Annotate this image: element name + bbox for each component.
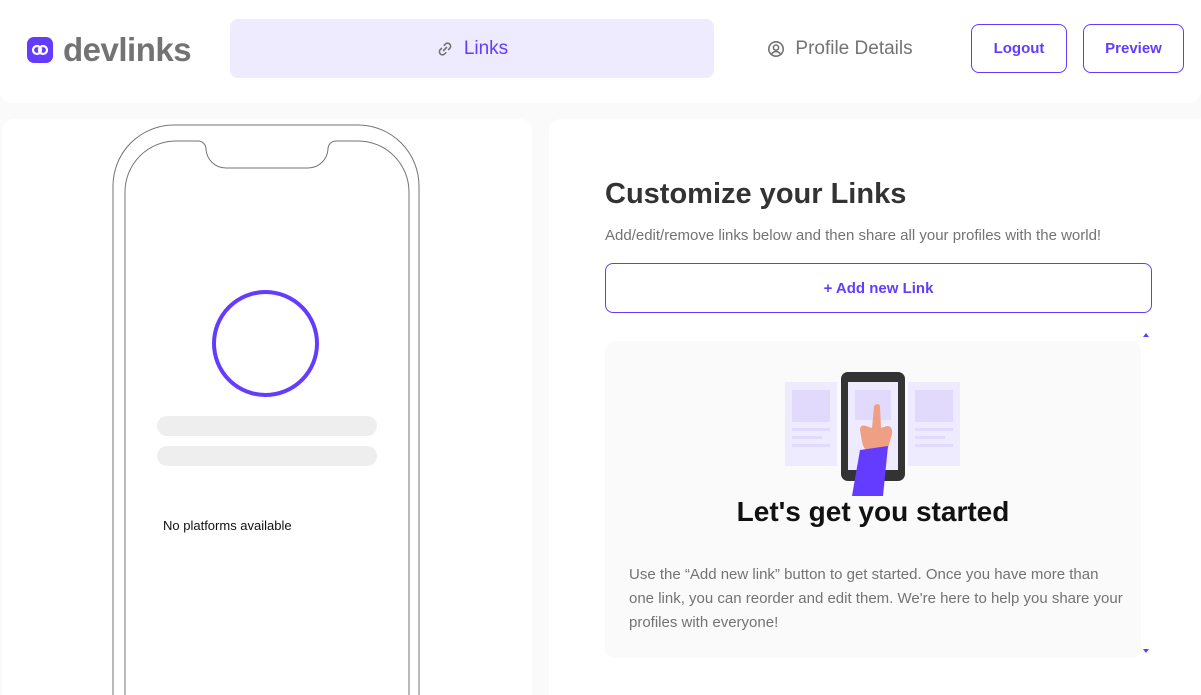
tab-profile-details[interactable]: Profile Details [740, 19, 940, 78]
scroll-down-arrow-icon[interactable] [1142, 648, 1150, 654]
page-title: Customize your Links [605, 178, 907, 210]
phone-mockup-outline [112, 124, 420, 695]
scroll-up-arrow-icon[interactable] [1142, 332, 1150, 338]
user-circle-icon [767, 40, 785, 58]
no-platforms-message: No platforms available [163, 518, 292, 533]
name-placeholder-bar [157, 416, 377, 436]
tab-links[interactable]: Links [230, 19, 714, 78]
link-icon [436, 40, 454, 58]
tab-links-label: Links [463, 37, 509, 59]
logout-button[interactable]: Logout [971, 24, 1067, 73]
email-placeholder-bar [157, 446, 377, 466]
add-new-link-button[interactable]: + Add new Link [605, 263, 1152, 313]
app-logo[interactable]: devlinks [27, 30, 192, 70]
empty-state-title: Let's get you started [736, 496, 1010, 527]
link-logo-icon [27, 37, 53, 63]
tab-profile-details-label: Profile Details [795, 37, 913, 59]
empty-state-description: Use the “Add new link” button to get sta… [629, 566, 1123, 631]
profile-avatar-placeholder [212, 290, 319, 397]
top-nav-bar: devlinks Links Profile Details Logout Pr… [0, 0, 1201, 103]
preview-button[interactable]: Preview [1083, 24, 1184, 73]
app-name: devlinks [63, 31, 192, 68]
page-subtitle: Add/edit/remove links below and then sha… [605, 227, 1102, 244]
phone-tap-illustration [785, 372, 960, 496]
